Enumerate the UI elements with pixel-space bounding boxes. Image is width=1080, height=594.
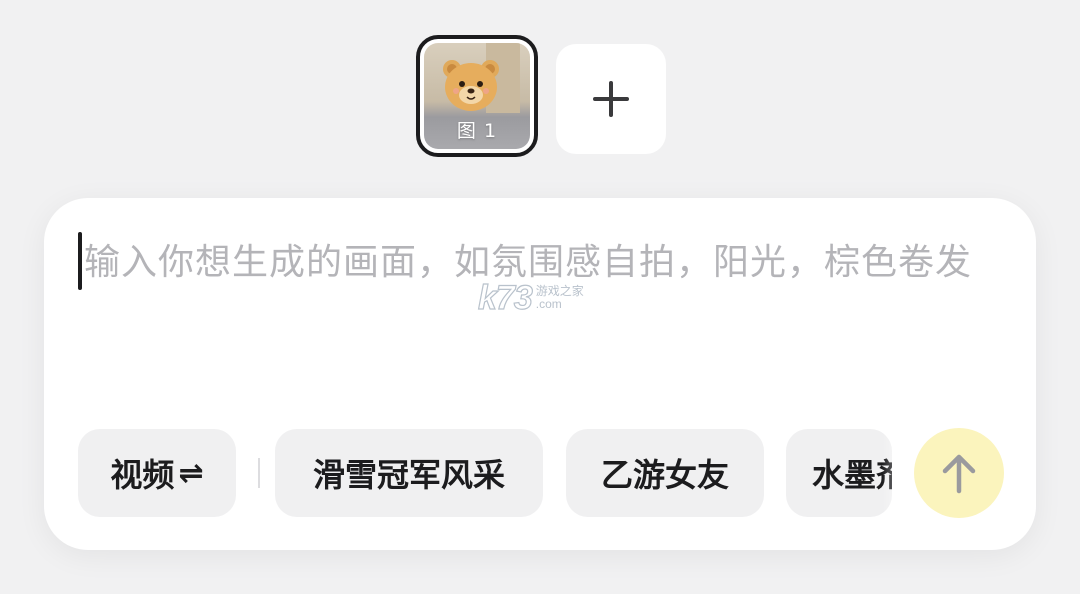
send-button[interactable] xyxy=(914,428,1004,518)
bear-icon xyxy=(443,60,499,111)
swap-icon: ⇌ xyxy=(178,455,204,491)
thumbnail-caption: 图 1 xyxy=(456,120,498,142)
prompt-input[interactable]: 输入你想生成的画面，如氛围感自拍，阳光，棕色卷发 xyxy=(84,236,1004,290)
style-chip-otome-girlfriend[interactable]: 乙游女友 xyxy=(566,429,764,517)
plus-icon xyxy=(593,81,629,117)
reference-image-thumbnail[interactable]: 图 1 xyxy=(416,35,538,157)
text-cursor xyxy=(78,232,82,290)
style-chip-ski-champion[interactable]: 滑雪冠军风采 xyxy=(275,429,543,517)
video-mode-label: 视频 xyxy=(110,456,175,494)
image-generator-screen: 图 1 输入你想生成的画面，如氛围感自拍，阳光，棕色卷发 视频 ⇌ 滑雪冠军风采… xyxy=(0,0,1080,594)
video-mode-toggle[interactable]: 视频 ⇌ xyxy=(78,429,236,517)
arrow-up-icon xyxy=(942,454,976,494)
style-chip-ink-wash[interactable]: 水墨剂 xyxy=(786,429,892,517)
add-image-button[interactable] xyxy=(556,44,666,154)
reference-image: 图 1 xyxy=(424,43,530,149)
prompt-card: 输入你想生成的画面，如氛围感自拍，阳光，棕色卷发 视频 ⇌ 滑雪冠军风采 乙游女… xyxy=(44,198,1036,550)
divider xyxy=(258,458,260,488)
